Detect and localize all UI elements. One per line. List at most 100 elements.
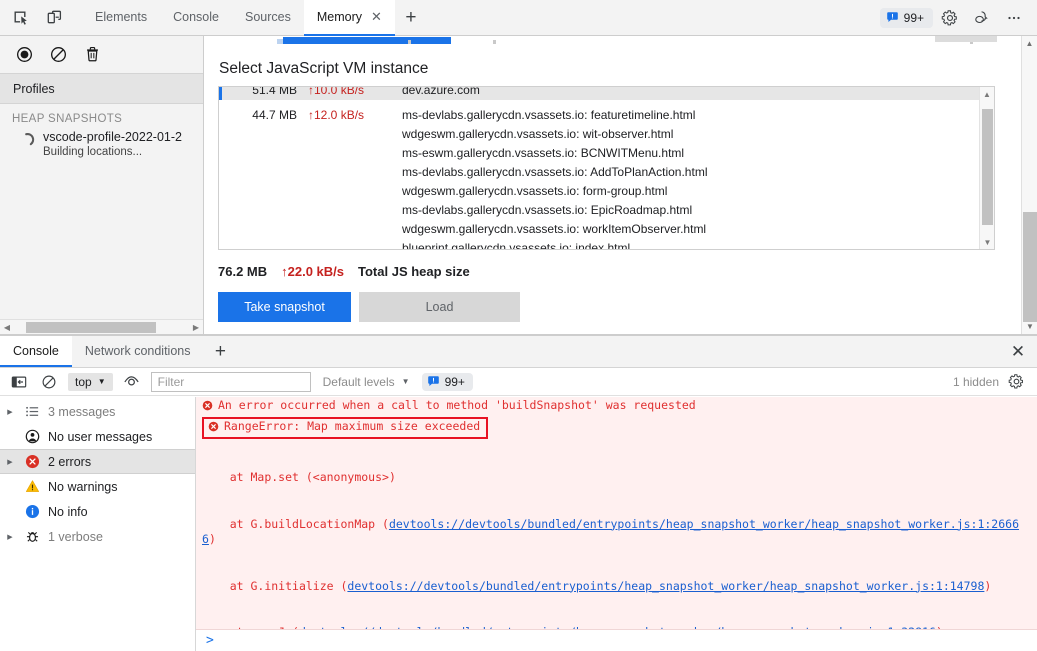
scroll-right-icon[interactable]: ▶ (189, 323, 203, 332)
error-text: RangeError: Map maximum size exceeded (224, 418, 481, 433)
scroll-thumb[interactable] (982, 109, 993, 225)
clear-console-icon[interactable] (38, 371, 60, 393)
error-text: An error occurred when a call to method … (218, 398, 696, 412)
issues-badge[interactable]: 99+ (879, 7, 933, 28)
more-options-icon[interactable] (999, 4, 1029, 32)
scroll-thumb[interactable] (1023, 212, 1037, 322)
record-button[interactable] (12, 43, 36, 67)
main-tab-list: Elements Console Sources Memory ✕ + (82, 0, 427, 36)
load-button[interactable]: Load (359, 292, 520, 322)
vm-url: ms-devlabs.gallerycdn.vsassets.io: featu… (402, 108, 696, 122)
frame-link[interactable]: devtools://devtools/bundled/entrypoints/… (347, 579, 984, 593)
topbar-actions: 99+ (879, 4, 1037, 32)
sidebar-item-label: No warnings (48, 479, 118, 494)
total-heap-rate: ↑22.0 kB/s (281, 264, 345, 279)
expand-arrow-icon[interactable]: ▶ (4, 533, 16, 541)
console-drawer: Console Network conditions + ✕ top ▼ Fil… (0, 335, 1037, 651)
console-prompt[interactable]: > (196, 629, 1037, 651)
vm-size: 44.7 MB (252, 108, 297, 122)
list-icon (23, 404, 41, 419)
sidebar-item-verbose[interactable]: ▶ 1 verbose (0, 524, 195, 549)
live-expression-icon[interactable] (121, 371, 143, 393)
clear-button[interactable] (46, 43, 70, 67)
bug-icon (23, 529, 41, 544)
inspect-toolbar (0, 5, 74, 31)
prompt-chevron-icon: > (206, 632, 214, 648)
tab-sources[interactable]: Sources (232, 0, 304, 36)
snapshot-title: vscode-profile-2022-01-2 (43, 130, 182, 144)
log-levels-selector[interactable]: Default levels ▼ (319, 375, 414, 389)
info-icon (23, 504, 41, 519)
frame-prefix: at G.buildLocationMap ( (202, 516, 389, 531)
expand-arrow-icon[interactable]: ▶ (4, 458, 16, 466)
user-icon (23, 429, 41, 444)
total-heap-label: Total JS heap size (358, 264, 470, 279)
sidebar-item-messages[interactable]: ▶ 3 messages (0, 399, 195, 424)
scroll-left-icon[interactable]: ◀ (0, 323, 14, 332)
gear-icon[interactable] (935, 4, 965, 32)
tab-label: Elements (95, 9, 148, 24)
show-console-sidebar-icon[interactable] (8, 371, 30, 393)
snapshot-list-item[interactable]: vscode-profile-2022-01-2 Building locati… (0, 128, 203, 162)
expand-arrow-icon[interactable]: ▶ (4, 408, 16, 416)
tab-console[interactable]: Console (160, 0, 232, 36)
console-issues-badge[interactable]: 99+ (421, 372, 473, 391)
tab-network-conditions[interactable]: Network conditions (72, 336, 204, 367)
execution-context-selector[interactable]: top ▼ (68, 372, 113, 391)
close-icon[interactable]: ✕ (371, 10, 382, 23)
vm-rate: ↑10.0 kB/s (308, 87, 365, 97)
console-settings-icon[interactable] (1005, 371, 1027, 393)
device-toolbar-icon[interactable] (40, 5, 68, 31)
hidden-messages-count: 1 hidden (952, 374, 999, 389)
stack-frame: at Map.set (<anonymous>) (202, 470, 1031, 486)
tab-elements[interactable]: Elements (82, 0, 160, 36)
snapshot-status: Building locations... (43, 146, 143, 158)
chevron-down-icon: ▼ (97, 377, 106, 386)
tab-label: Memory (316, 9, 362, 24)
frame-prefix: at Map.set (<anonymous>) (202, 470, 396, 484)
add-panel-button[interactable]: + (395, 0, 427, 36)
console-toolbar: top ▼ Default levels ▼ 99+ (0, 368, 1037, 396)
add-drawer-tab-button[interactable]: + (203, 336, 237, 367)
close-drawer-icon[interactable]: ✕ (999, 336, 1037, 367)
console-toolbar-right: 1 hidden (953, 371, 1029, 393)
scroll-thumb[interactable] (26, 321, 156, 333)
tab-memory[interactable]: Memory ✕ (303, 0, 395, 36)
vm-row[interactable]: 44.7 MB ↑12.0 kB/s ms-devlabs.gallerycdn… (219, 100, 994, 249)
feedback-icon[interactable] (967, 4, 997, 32)
sidebar-item-label: 3 messages (48, 404, 116, 419)
sidebar-item-warnings[interactable]: ▶ No warnings (0, 474, 195, 499)
vm-url: wdgeswm.gallerycdn.vsassets.io: wit-obse… (402, 127, 674, 141)
memory-panel-scrollbar[interactable]: ▲ ▼ (1021, 36, 1037, 334)
sidebar-item-info[interactable]: ▶ No info (0, 499, 195, 524)
scroll-down-icon[interactable]: ▼ (980, 235, 994, 249)
sidebar-item-user-messages[interactable]: ▶ No user messages (0, 424, 195, 449)
scroll-down-icon[interactable]: ▼ (1022, 319, 1037, 334)
scroll-up-icon[interactable]: ▲ (980, 87, 994, 101)
tab-label: Network conditions (84, 343, 191, 358)
delete-button[interactable] (80, 43, 104, 67)
vm-instance-list[interactable]: 51.4 MB ↑10.0 kB/s dev.azure.com 44.7 MB… (218, 86, 995, 250)
vm-list-scrollbar[interactable]: ▲ ▼ (979, 87, 994, 249)
sidebar-item-errors[interactable]: ▶ 2 errors (0, 449, 195, 474)
sidebar-horizontal-scrollbar[interactable]: ◀ ▶ (0, 319, 203, 334)
sidebar-item-label: No user messages (48, 429, 153, 444)
vm-url: wdgeswm.gallerycdn.vsassets.io: form-gro… (402, 184, 668, 198)
scroll-up-icon[interactable]: ▲ (1022, 36, 1037, 51)
console-message-list[interactable]: An error occurred when a call to method … (196, 397, 1037, 651)
inspect-element-icon[interactable] (6, 5, 34, 31)
stack-trace: at Map.set (<anonymous>) at G.buildLocat… (196, 439, 1037, 651)
profiles-header[interactable]: Profiles (0, 74, 203, 104)
selection-indicator (219, 87, 222, 100)
console-error-message[interactable]: An error occurred when a call to method … (196, 397, 1037, 417)
console-error-message-highlighted[interactable]: RangeError: Map maximum size exceeded (202, 416, 489, 439)
scroll-track[interactable] (14, 320, 189, 335)
filter-input[interactable] (150, 371, 311, 392)
issue-bubble-icon (886, 12, 898, 22)
page-title: Select JavaScript VM instance (219, 60, 429, 77)
levels-value: Default levels (322, 374, 395, 389)
tab-console[interactable]: Console (0, 336, 72, 367)
take-snapshot-button[interactable]: Take snapshot (218, 292, 351, 322)
vm-url: wdgeswm.gallerycdn.vsassets.io: workItem… (402, 222, 707, 236)
vm-row-selected[interactable]: 51.4 MB ↑10.0 kB/s dev.azure.com (219, 87, 994, 100)
